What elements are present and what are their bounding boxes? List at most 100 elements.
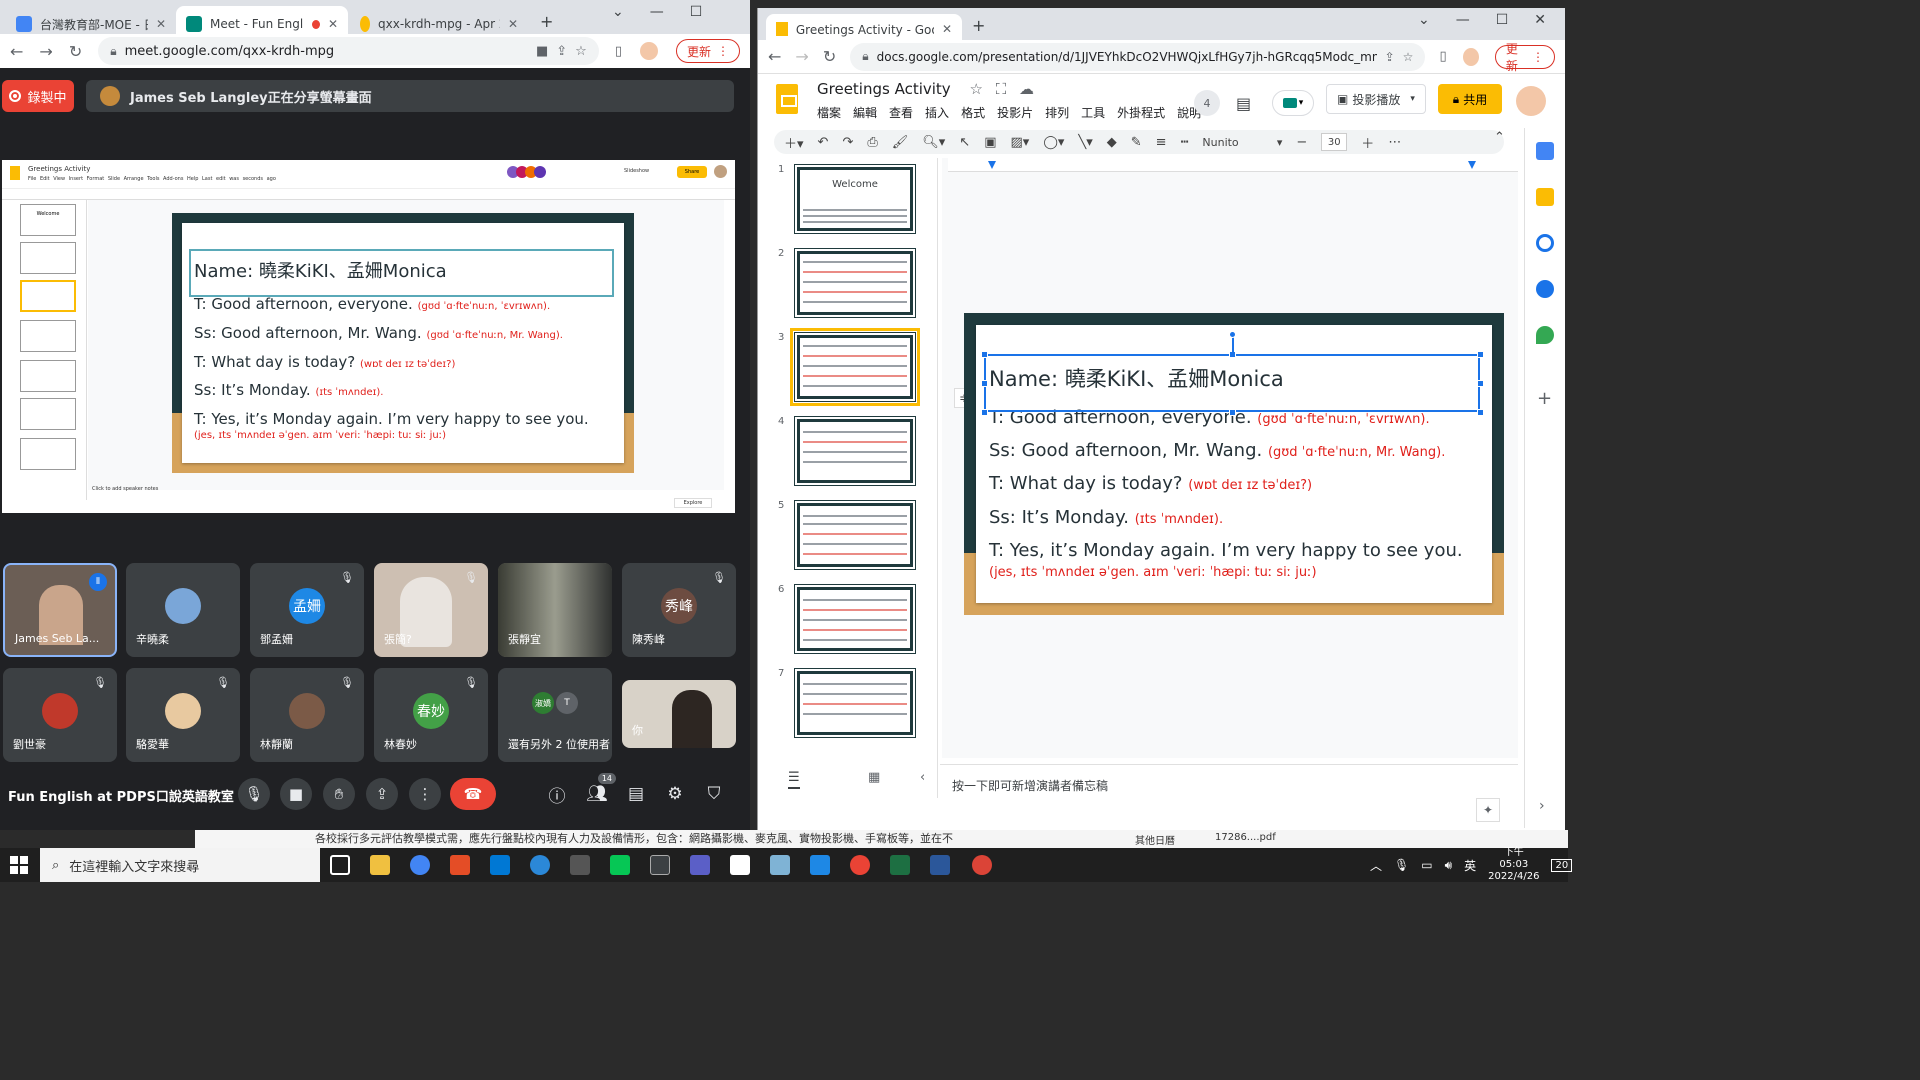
- slides-logo-icon[interactable]: [776, 84, 798, 114]
- border-dash-icon[interactable]: ┅: [1181, 135, 1189, 150]
- menu-view[interactable]: 查看: [889, 104, 913, 121]
- close-window-icon[interactable]: ✕: [1534, 12, 1546, 28]
- select-icon[interactable]: ↖: [959, 135, 970, 150]
- edge-icon[interactable]: [530, 855, 550, 875]
- resize-handle[interactable]: [981, 380, 988, 387]
- minimize-icon[interactable]: —: [650, 4, 664, 20]
- chevron-down-icon[interactable]: ⌄: [1418, 12, 1430, 28]
- menu-tools[interactable]: 工具: [1081, 104, 1105, 121]
- maximize-icon[interactable]: ☐: [690, 4, 703, 20]
- self-tile[interactable]: 你: [622, 680, 736, 748]
- minimize-icon[interactable]: —: [1456, 12, 1470, 28]
- camera-app-icon[interactable]: [650, 855, 670, 875]
- share-page-icon[interactable]: ⇪: [1385, 50, 1395, 64]
- menu-insert[interactable]: 插入: [925, 104, 949, 121]
- keep-icon[interactable]: [1536, 188, 1554, 206]
- word-icon[interactable]: [930, 855, 950, 875]
- resize-handle[interactable]: [1229, 409, 1236, 416]
- close-icon[interactable]: ✕: [942, 22, 952, 36]
- grid-view-icon[interactable]: ▦: [868, 770, 880, 785]
- slide-thumbnail[interactable]: [794, 500, 916, 570]
- side-panel-icon[interactable]: ▯: [615, 44, 622, 59]
- mic-tray-icon[interactable]: 🎙︎: [1394, 858, 1409, 872]
- url-field[interactable]: 🔒︎ docs.google.com/presentation/d/1JJVEY…: [850, 42, 1426, 71]
- back-arrow-icon[interactable]: ←: [768, 47, 781, 66]
- resize-handle[interactable]: [981, 409, 988, 416]
- slide-dialogue-line[interactable]: Ss: Good afternoon, Mr. Wang. (gʊd ˈɑ·ft…: [989, 440, 1445, 461]
- menu-format[interactable]: 格式: [961, 104, 985, 121]
- chevron-left-icon[interactable]: ‹: [920, 770, 925, 785]
- slide-dialogue-line[interactable]: Ss: It’s Monday. (ɪts ˈmʌndeɪ).: [989, 507, 1223, 528]
- participant-tile[interactable]: 🎙︎ 秀峰 陳秀峰: [622, 563, 736, 657]
- speaker-notes[interactable]: 按一下即可新增演講者備忘稿: [940, 764, 1518, 800]
- meet-button[interactable]: ▾: [1272, 90, 1314, 116]
- activities-button[interactable]: ⚙︎: [664, 783, 686, 805]
- account-avatar[interactable]: [1516, 86, 1546, 116]
- title-selection-box[interactable]: [984, 354, 1480, 412]
- reload-icon[interactable]: ↻: [823, 47, 836, 66]
- resize-handle[interactable]: [1477, 351, 1484, 358]
- doc-title[interactable]: Greetings Activity: [817, 80, 951, 98]
- close-icon[interactable]: ✕: [508, 17, 518, 31]
- add-addon-icon[interactable]: +: [1537, 388, 1552, 409]
- menu-arrange[interactable]: 排列: [1045, 104, 1069, 121]
- share-page-icon[interactable]: ⇪: [556, 44, 567, 59]
- border-weight-icon[interactable]: ≡: [1156, 135, 1167, 150]
- teams-icon[interactable]: [690, 855, 710, 875]
- meeting-info-button[interactable]: ⓘ: [546, 783, 568, 807]
- participant-tile[interactable]: 🎙︎ 林靜蘭: [250, 668, 364, 762]
- resize-handle[interactable]: [1477, 380, 1484, 387]
- taskbar-search[interactable]: ⌕ 在這裡輸入文字來搜尋: [40, 848, 320, 882]
- fill-color-icon[interactable]: ◆: [1107, 135, 1117, 150]
- store-icon[interactable]: [570, 855, 590, 875]
- present-button[interactable]: ⇪: [366, 778, 398, 810]
- update-button[interactable]: 更新 ⋮: [675, 39, 740, 63]
- contacts-icon[interactable]: [1536, 280, 1554, 298]
- photos-icon[interactable]: [770, 855, 790, 875]
- volume-icon[interactable]: 🔊︎: [1445, 858, 1453, 873]
- excel-icon[interactable]: [890, 855, 910, 875]
- recording-indicator[interactable]: 錄製中: [2, 80, 74, 112]
- slide-thumbnail[interactable]: [794, 248, 916, 318]
- slide-thumbnail[interactable]: [794, 668, 916, 738]
- menu-file[interactable]: 檔案: [817, 104, 841, 121]
- viewer-count[interactable]: 4: [1194, 90, 1220, 116]
- close-icon[interactable]: ✕: [156, 17, 166, 31]
- participant-tile[interactable]: 🎙︎ 孟姍 鄧孟姍: [250, 563, 364, 657]
- profile-avatar[interactable]: [637, 40, 660, 62]
- chrome-profile-icon[interactable]: [850, 855, 870, 875]
- raise-hand-button[interactable]: ✋︎: [323, 778, 355, 810]
- chevron-right-icon[interactable]: ›: [1539, 798, 1545, 814]
- profile-avatar[interactable]: [1460, 45, 1481, 68]
- url-field[interactable]: 🔒︎ meet.google.com/qxx-krdh-mpg ■ ⇪ ☆: [98, 37, 599, 65]
- mic-button[interactable]: 🎙︎: [238, 778, 270, 810]
- back-arrow-icon[interactable]: ←: [10, 42, 23, 61]
- redo-icon[interactable]: ↷: [842, 135, 853, 150]
- slide-dialogue-line[interactable]: T: What day is today? (wɒt deɪ ɪz təˈdeɪ…: [989, 473, 1312, 494]
- star-icon[interactable]: ☆: [969, 80, 982, 98]
- star-icon[interactable]: ☆: [1403, 50, 1414, 64]
- more-options-button[interactable]: ⋮: [409, 778, 441, 810]
- increase-font-icon[interactable]: ＋: [1361, 133, 1374, 152]
- file-explorer-icon[interactable]: [370, 855, 390, 875]
- comments-icon[interactable]: ▤: [1236, 94, 1251, 113]
- start-icon[interactable]: [10, 856, 28, 874]
- print-icon[interactable]: ⎙: [867, 135, 877, 150]
- reload-icon[interactable]: ↻: [69, 42, 82, 61]
- resize-handle[interactable]: [1477, 409, 1484, 416]
- new-tab-button[interactable]: +: [540, 12, 553, 31]
- textbox-icon[interactable]: ▣: [984, 135, 996, 150]
- maximize-icon[interactable]: ☐: [1496, 12, 1509, 28]
- explore-icon[interactable]: ✦: [1476, 798, 1500, 822]
- app-m-icon[interactable]: [810, 855, 830, 875]
- chevron-up-icon[interactable]: ︿: [1370, 857, 1382, 874]
- line-icon[interactable]: [610, 855, 630, 875]
- shape-icon[interactable]: ◯▾: [1043, 135, 1064, 150]
- leave-call-button[interactable]: ☎︎: [450, 778, 496, 810]
- mail-icon[interactable]: [490, 855, 510, 875]
- star-icon[interactable]: ☆: [575, 44, 587, 59]
- people-button[interactable]: 👥︎ 14: [586, 773, 616, 805]
- app-icon[interactable]: [450, 855, 470, 875]
- camera-button[interactable]: ■: [280, 778, 312, 810]
- participant-tile[interactable]: 🎙︎ 駱愛華: [126, 668, 240, 762]
